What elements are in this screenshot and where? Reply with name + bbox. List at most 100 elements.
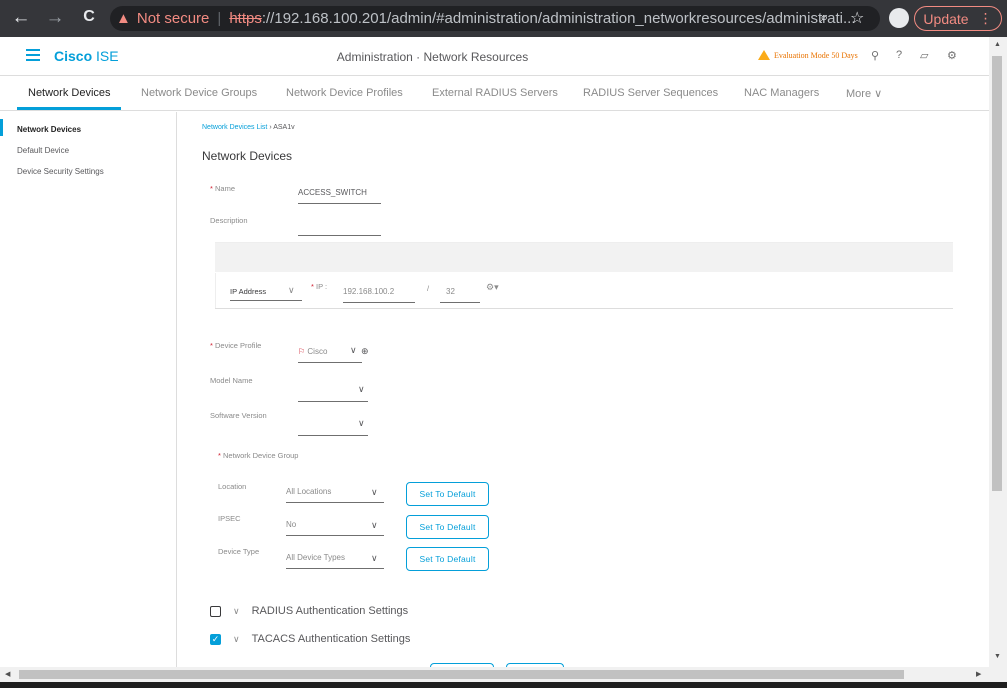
- ipsec-select[interactable]: No: [286, 520, 384, 536]
- name-label: * Name: [210, 184, 236, 193]
- globe-icon[interactable]: ⊕: [361, 346, 369, 357]
- location-select[interactable]: All Locations: [286, 487, 384, 503]
- ipsec-set-default-button[interactable]: Set To Default: [406, 515, 489, 539]
- tab-network-device-profiles[interactable]: Network Device Profiles: [286, 87, 403, 99]
- breadcrumb-link[interactable]: Network Devices List: [202, 124, 267, 131]
- help-icon[interactable]: ?: [896, 49, 902, 61]
- menu-icon: ⋮: [978, 10, 993, 26]
- device-profile-label-text: Device Profile: [215, 341, 262, 350]
- update-button[interactable]: Update ⋮: [914, 6, 1002, 31]
- radius-section-header[interactable]: ∨ RADIUS Authentication Settings: [210, 605, 408, 617]
- tacacs-checkbox[interactable]: ✓: [210, 633, 221, 645]
- url-scheme: https: [229, 10, 262, 27]
- omnibox-separator: |: [217, 10, 222, 27]
- sidebar-item-device-security-settings[interactable]: Device Security Settings: [17, 167, 104, 176]
- star-icon[interactable]: ☆: [850, 8, 864, 28]
- main-content: Network Devices List › ASA1v Network Dev…: [178, 112, 989, 667]
- chevron-down-icon[interactable]: ∨: [350, 345, 357, 356]
- location-set-default-button[interactable]: Set To Default: [406, 482, 489, 506]
- chevron-down-icon[interactable]: ∨: [233, 606, 240, 617]
- ip-address-input[interactable]: 192.168.100.2: [343, 287, 415, 303]
- model-name-label: Model Name: [210, 376, 253, 385]
- scroll-left-icon[interactable]: ◀: [5, 670, 10, 678]
- description-label: Description: [210, 216, 248, 225]
- not-secure-label[interactable]: Not secure: [137, 10, 210, 27]
- ip-label-text: IP :: [316, 282, 328, 291]
- tab-nac-managers[interactable]: NAC Managers: [744, 87, 819, 99]
- tacacs-section-header[interactable]: ✓ ∨ TACACS Authentication Settings: [210, 633, 410, 645]
- name-input[interactable]: ACCESS_SWITCH: [298, 188, 381, 204]
- chevron-down-icon[interactable]: ∨: [233, 634, 240, 645]
- ip-slash: /: [427, 284, 430, 293]
- tab-radius-server-sequences[interactable]: RADIUS Server Sequences: [583, 87, 718, 99]
- address-bar[interactable]: ▲ Not secure | https://192.168.100.201/a…: [110, 6, 880, 31]
- ip-column-divider: [215, 273, 216, 309]
- ip-row-divider: [215, 308, 953, 309]
- horizontal-scroll-thumb[interactable]: [19, 670, 904, 679]
- taskbar-strip: [0, 682, 1007, 688]
- breadcrumb: Network Devices List › ASA1v: [202, 124, 295, 131]
- scroll-right-icon[interactable]: ▶: [976, 670, 981, 678]
- device-type-set-default-button[interactable]: Set To Default: [406, 547, 489, 571]
- ip-table-header: [215, 242, 953, 272]
- chevron-down-icon[interactable]: ∨: [371, 553, 378, 564]
- device-type-select[interactable]: All Device Types: [286, 553, 384, 569]
- browser-toolbar: ← → C ▲ Not secure | https://192.168.100…: [0, 0, 1007, 37]
- breadcrumb-separator: ›: [269, 124, 272, 131]
- back-icon[interactable]: ←: [8, 7, 34, 29]
- software-version-label: Software Version: [210, 411, 267, 420]
- tacacs-section-label: TACACS Authentication Settings: [251, 633, 411, 645]
- scroll-up-icon[interactable]: ▲: [994, 41, 1001, 48]
- location-label: Location: [218, 482, 247, 491]
- tab-bar: Network Devices Network Device Groups Ne…: [0, 77, 989, 111]
- device-profile-value: Cisco: [307, 347, 328, 356]
- ise-app: Cisco ISE Administration · Network Resou…: [0, 37, 989, 667]
- radius-checkbox[interactable]: [210, 605, 221, 617]
- gear-dropdown-icon[interactable]: ⚙▾: [486, 282, 499, 293]
- forward-icon[interactable]: →: [42, 7, 68, 29]
- top-header: Cisco ISE Administration · Network Resou…: [0, 37, 989, 76]
- name-label-text: Name: [215, 184, 236, 193]
- device-type-label: Device Type: [218, 547, 260, 556]
- active-tab-indicator: [17, 107, 121, 110]
- vertical-scroll-thumb[interactable]: [992, 56, 1002, 491]
- dashboard-icon[interactable]: ▱: [920, 49, 928, 62]
- scroll-down-icon[interactable]: ▼: [994, 653, 1001, 660]
- sidebar-item-default-device[interactable]: Default Device: [17, 146, 69, 155]
- sidebar-item-network-devices[interactable]: Network Devices: [17, 125, 81, 134]
- evaluation-badge[interactable]: Evaluation Mode 50 Days: [758, 50, 858, 60]
- ip-label: * IP :: [311, 282, 328, 291]
- screen: ← → C ▲ Not secure | https://192.168.100…: [0, 0, 1007, 688]
- device-profile-label: * Device Profile: [210, 341, 262, 350]
- sidebar-active-indicator: [0, 119, 3, 136]
- ip-mask-input[interactable]: 32: [440, 287, 480, 303]
- description-input[interactable]: [298, 222, 381, 236]
- page-title: Administration · Network Resources: [336, 50, 529, 64]
- breadcrumb-current: ASA1v: [273, 124, 295, 131]
- chevron-down-icon[interactable]: ∨: [371, 520, 378, 531]
- tab-more[interactable]: More ∨: [846, 87, 882, 100]
- tab-network-devices[interactable]: Network Devices: [28, 87, 111, 99]
- chevron-down-icon[interactable]: ∨: [358, 384, 365, 395]
- zoom-icon[interactable]: ⌕: [820, 9, 828, 26]
- radius-section-label: RADIUS Authentication Settings: [251, 605, 409, 617]
- tab-network-device-groups[interactable]: Network Device Groups: [141, 87, 257, 99]
- chevron-down-icon[interactable]: ∨: [288, 285, 295, 296]
- reload-icon[interactable]: C: [76, 8, 102, 26]
- url-text: ://192.168.100.201/admin/#administration…: [261, 10, 856, 27]
- gear-icon[interactable]: ⚙: [947, 49, 957, 62]
- chevron-down-icon[interactable]: ∨: [358, 418, 365, 429]
- profile-avatar[interactable]: [889, 8, 909, 28]
- search-icon[interactable]: ⚲: [871, 49, 879, 62]
- cisco-icon: ⚐: [298, 347, 306, 356]
- tab-external-radius-servers[interactable]: External RADIUS Servers: [432, 87, 558, 99]
- section-heading: Network Devices: [202, 149, 293, 163]
- ndg-label: * Network Device Group: [218, 451, 299, 460]
- sidebar: Network Devices Default Device Device Se…: [0, 112, 177, 667]
- update-label: Update: [923, 10, 969, 27]
- warning-icon: ▲: [116, 10, 131, 27]
- evaluation-text: Evaluation Mode 50 Days: [774, 50, 858, 60]
- ndg-label-text: Network Device Group: [223, 451, 299, 460]
- chevron-down-icon[interactable]: ∨: [371, 487, 378, 498]
- warning-triangle-icon: [758, 50, 770, 60]
